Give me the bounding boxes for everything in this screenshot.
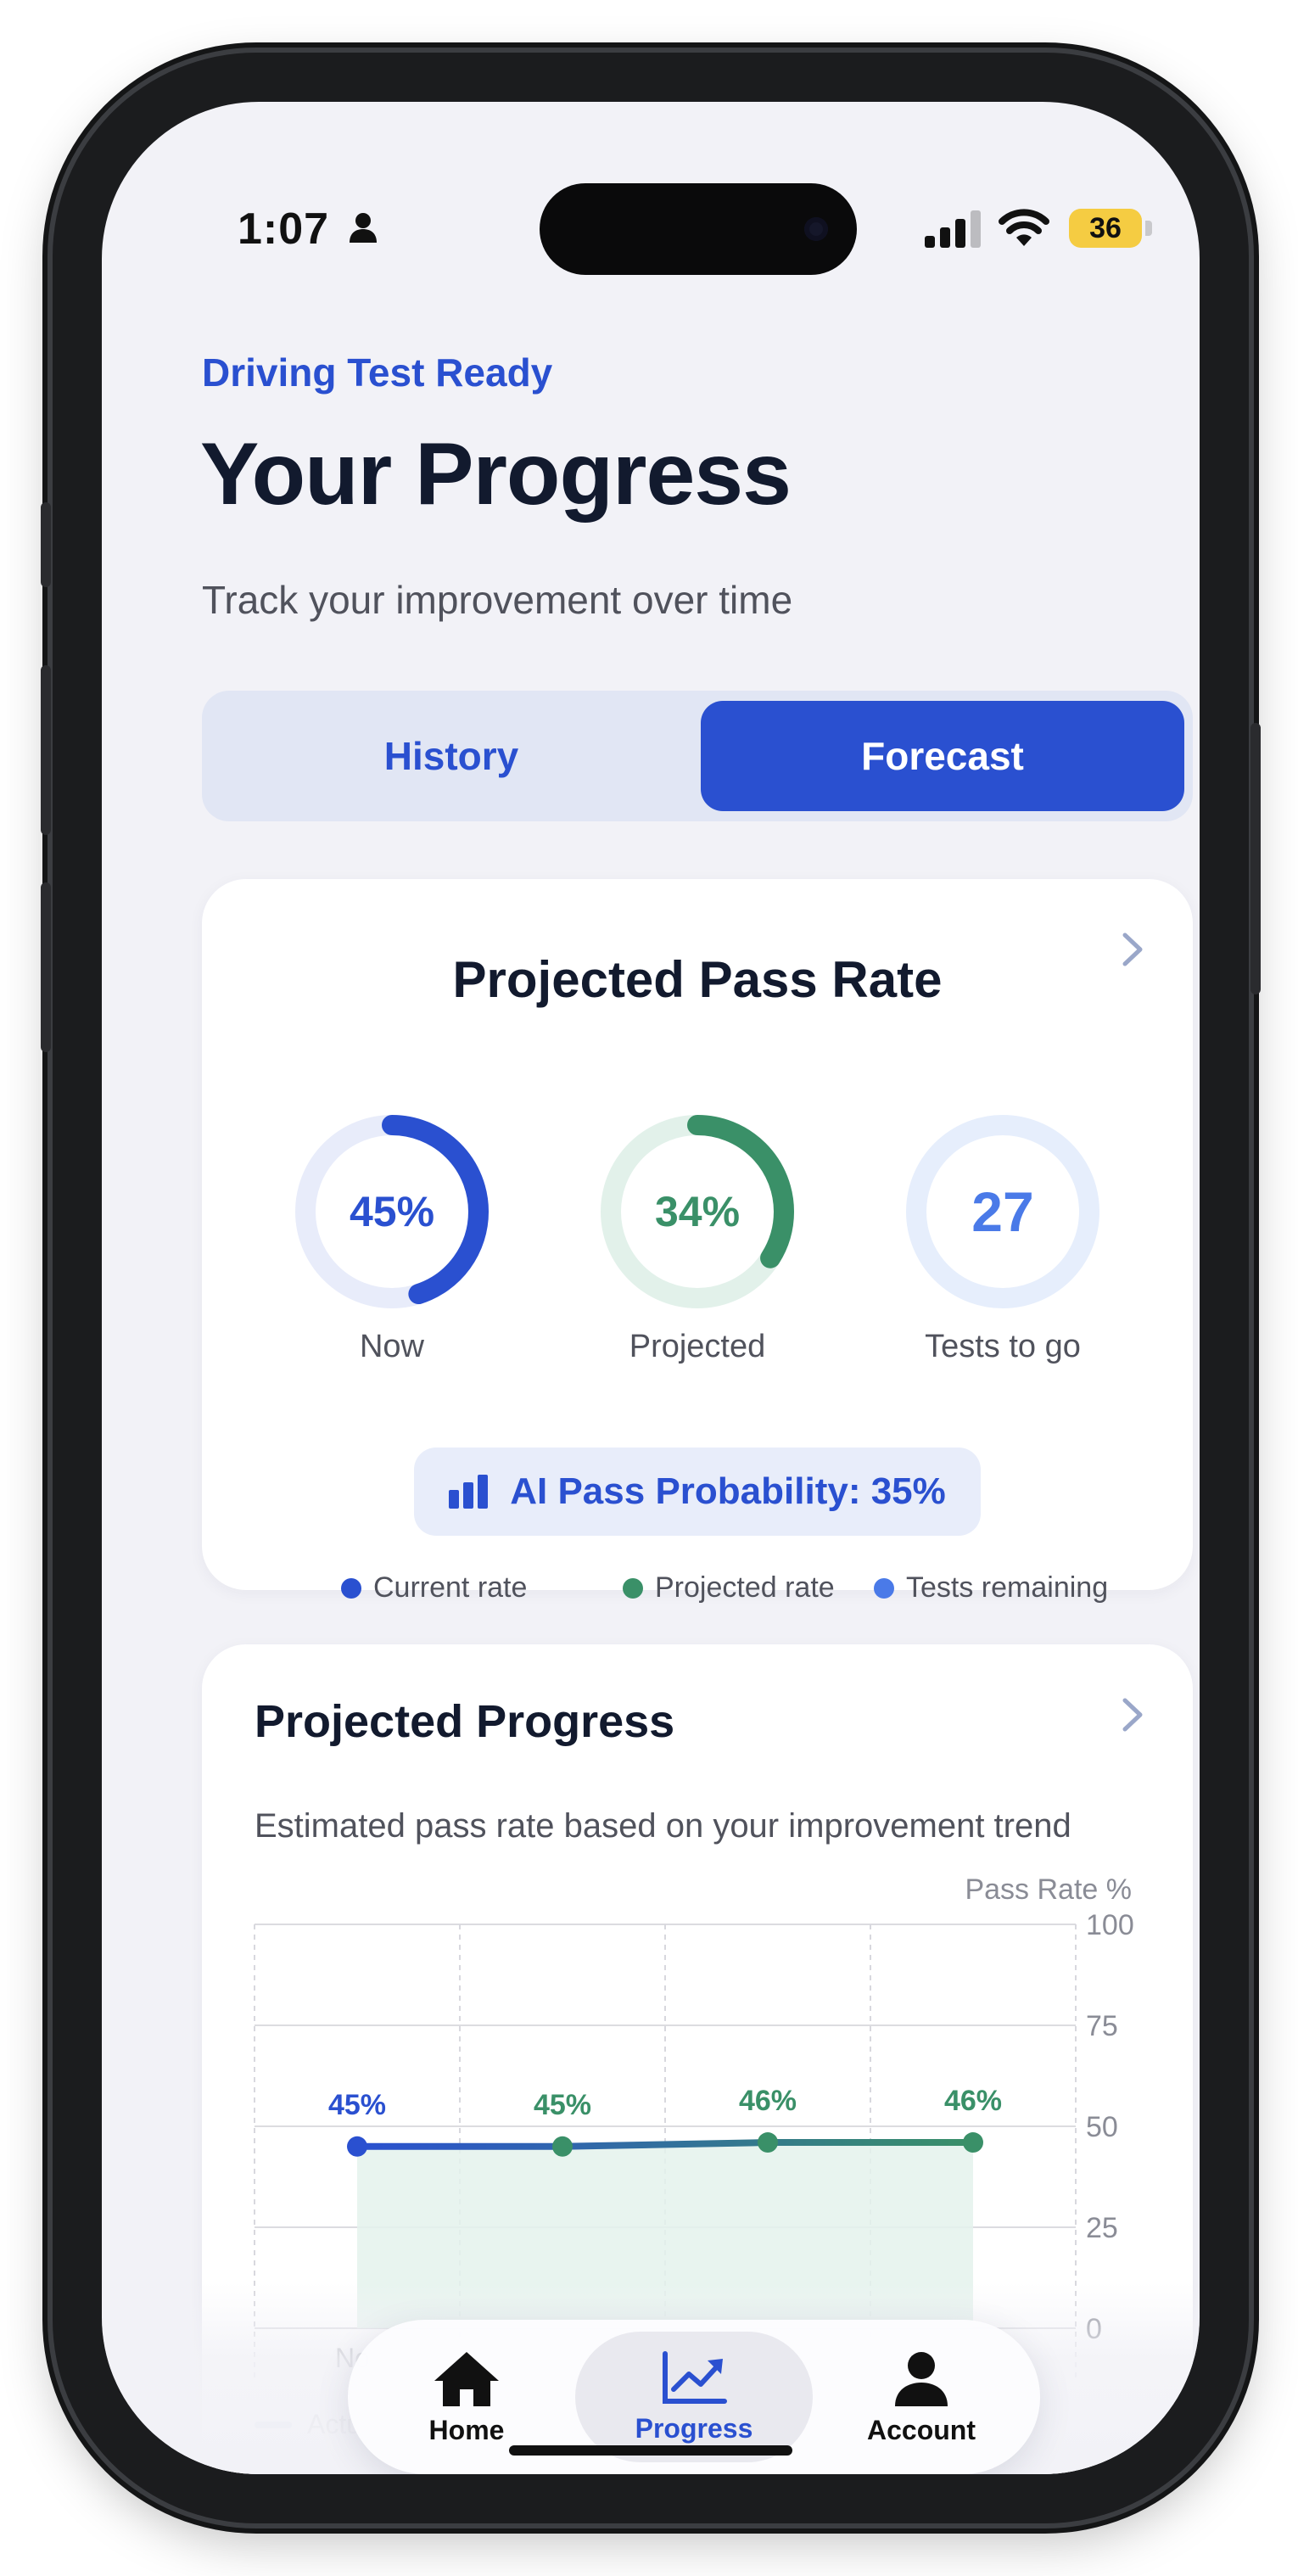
volume-down-button [41, 882, 51, 1052]
home-indicator [509, 2445, 792, 2456]
trend-chart-icon [663, 2350, 727, 2404]
status-time: 1:07 [238, 204, 330, 254]
y-axis-label: Pass Rate % [965, 1873, 1132, 1906]
ring-label-projected: Projected [629, 1329, 766, 1364]
y-tick-label: 50 [1086, 2111, 1118, 2143]
legend-projected-rate: Projected rate [623, 1571, 835, 1604]
screen: 1:07 36 Driving Test Ready Your Progress… [102, 102, 1200, 2474]
legend-label: Current rate [373, 1571, 528, 1604]
ring-value: 27 [971, 1180, 1034, 1243]
tab-history[interactable]: History [202, 701, 701, 811]
data-label: 46% [944, 2085, 1002, 2117]
ring-now: 45% [292, 1112, 492, 1312]
page-title: Your Progress [200, 425, 792, 524]
volume-up-button [41, 665, 51, 835]
app-name: Driving Test Ready [202, 350, 553, 395]
legend-current-rate: Current rate [341, 1571, 527, 1604]
data-label: 45% [534, 2089, 591, 2121]
person-icon [895, 2351, 948, 2406]
person-status-icon [350, 213, 377, 243]
dynamic-island [540, 183, 857, 275]
legend-tests-remaining: Tests remaining [874, 1571, 1108, 1604]
action-button [41, 502, 51, 587]
tab-label: Progress [635, 2412, 753, 2444]
ring-projected: 34% [597, 1112, 797, 1312]
legend-dot [623, 1577, 643, 1599]
y-tick-label: 75 [1086, 2010, 1118, 2042]
bar-chart-icon [449, 1475, 489, 1509]
page-subtitle: Track your improvement over time [202, 578, 793, 622]
power-button [1250, 723, 1261, 994]
legend-dot [874, 1577, 894, 1599]
ai-pass-probability-badge: AI Pass Probability: 35% [414, 1448, 981, 1536]
wifi-icon [999, 209, 1049, 246]
data-point [347, 2136, 367, 2157]
battery-indicator: 36 [1069, 209, 1142, 248]
phone-frame: 1:07 36 Driving Test Ready Your Progress… [41, 53, 1261, 2523]
projected-pass-rate-card: Projected Pass Rate 45% Now 34% Projecte… [202, 879, 1193, 1604]
legend-dot [341, 1577, 361, 1599]
ring-value: 45% [349, 1188, 435, 1235]
history-forecast-toggle: History Forecast [202, 691, 1193, 821]
ring-label-now: Now [359, 1329, 425, 1364]
data-point [758, 2132, 778, 2153]
data-label: 46% [739, 2085, 797, 2117]
tab-progress[interactable]: Progress [575, 2332, 813, 2462]
tab-account[interactable]: Account [803, 2320, 1040, 2474]
data-point [552, 2136, 573, 2157]
camera [804, 217, 828, 241]
legend-label: Tests remaining [906, 1571, 1109, 1604]
ai-probability-text: AI Pass Probability: 35% [510, 1470, 946, 1512]
ring-value: 34% [654, 1188, 741, 1235]
data-point [963, 2132, 983, 2153]
data-label: 45% [328, 2089, 386, 2121]
battery-tip [1145, 221, 1152, 236]
y-tick-label: 25 [1086, 2212, 1118, 2244]
card-title: Projected Pass Rate [452, 951, 943, 1008]
cellular-signal-icon [925, 210, 981, 248]
tab-label: Home [428, 2414, 505, 2445]
tab-label: Account [867, 2414, 976, 2445]
ring-tests-to-go: 27 [903, 1112, 1103, 1312]
ring-label-tests-to-go: Tests to go [925, 1329, 1081, 1364]
legend-label: Projected rate [655, 1571, 835, 1604]
house-icon [434, 2351, 499, 2406]
tab-forecast[interactable]: Forecast [701, 701, 1184, 811]
y-tick-label: 100 [1086, 1909, 1134, 1941]
